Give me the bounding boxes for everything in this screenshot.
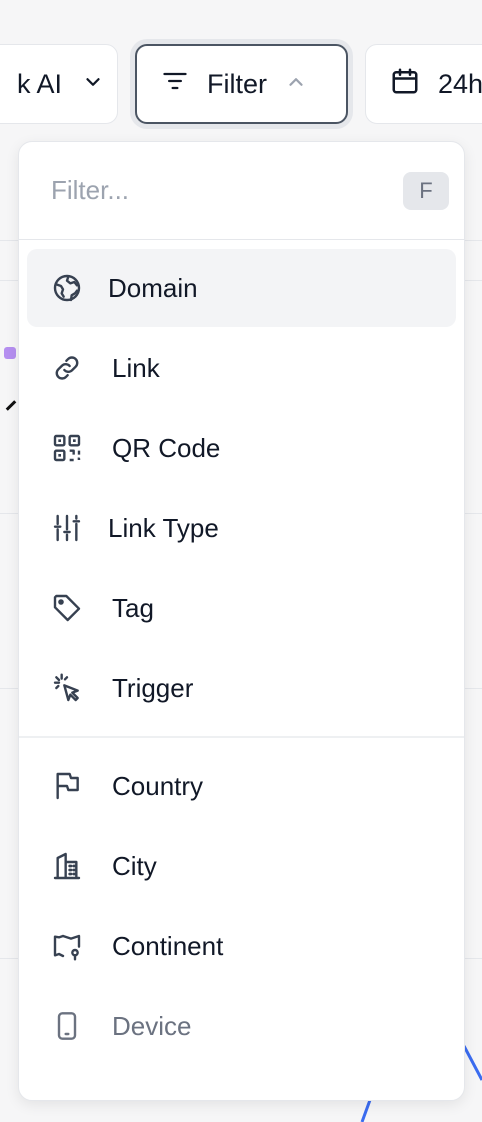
- filter-option-city[interactable]: City: [27, 827, 456, 905]
- filter-option-device[interactable]: Device: [27, 987, 456, 1065]
- legend-marker: [4, 347, 16, 359]
- sliders-icon: [51, 512, 83, 544]
- filter-option-label: City: [112, 850, 157, 881]
- filter-option-tag[interactable]: Tag: [27, 569, 456, 647]
- filter-option-label: Continent: [112, 930, 224, 961]
- filter-option-label: Link: [112, 352, 160, 383]
- calendar-icon: [390, 66, 420, 103]
- filter-option-link[interactable]: Link: [27, 329, 456, 407]
- link-icon: [51, 352, 83, 384]
- ai-button-label: k AI: [17, 68, 63, 99]
- chevron-down-icon: [82, 69, 104, 100]
- filter-option-country[interactable]: Country: [27, 747, 456, 825]
- filter-option-qr-code[interactable]: QR Code: [27, 409, 456, 487]
- cursor-click-icon: [51, 672, 83, 704]
- date-range-button[interactable]: 24h: [365, 44, 482, 124]
- filter-option-label: Domain: [108, 272, 198, 303]
- menu-divider: [19, 736, 464, 738]
- mobile-icon: [51, 1010, 83, 1042]
- filter-option-trigger[interactable]: Trigger: [27, 649, 456, 727]
- filter-option-label: Country: [112, 770, 204, 801]
- filter-option-link-type[interactable]: Link Type: [27, 489, 456, 567]
- map-pin-icon: [51, 930, 83, 962]
- chevron-up-icon: [285, 69, 307, 100]
- keyboard-shortcut-badge: F: [403, 172, 449, 210]
- filter-search-input[interactable]: [51, 172, 391, 208]
- filter-option-label: Tag: [112, 592, 154, 623]
- filter-option-continent[interactable]: Continent: [27, 907, 456, 985]
- building-icon: [51, 850, 83, 882]
- filter-option-label: Trigger: [112, 672, 194, 703]
- analytics-page: k AI Filter 24h F Domain: [0, 0, 482, 1122]
- filter-option-label: Link Type: [108, 512, 219, 543]
- filter-search-row: F: [19, 142, 464, 240]
- filter-lines-icon: [161, 67, 189, 102]
- ai-button[interactable]: k AI: [0, 44, 118, 124]
- tag-icon: [51, 592, 83, 624]
- filter-button-label: Filter: [207, 68, 267, 99]
- globe-icon: [51, 272, 83, 304]
- filter-button[interactable]: Filter: [135, 44, 348, 124]
- filter-option-domain[interactable]: Domain: [27, 249, 456, 327]
- filter-option-label: Device: [112, 1010, 192, 1041]
- date-range-label: 24h: [438, 68, 482, 99]
- filter-option-label: QR Code: [112, 432, 221, 463]
- flag-icon: [51, 770, 83, 802]
- chart-line-fragment: [5, 400, 17, 411]
- filter-dropdown: F Domain Link QR Code Link Type: [18, 141, 465, 1101]
- qr-code-icon: [51, 432, 83, 464]
